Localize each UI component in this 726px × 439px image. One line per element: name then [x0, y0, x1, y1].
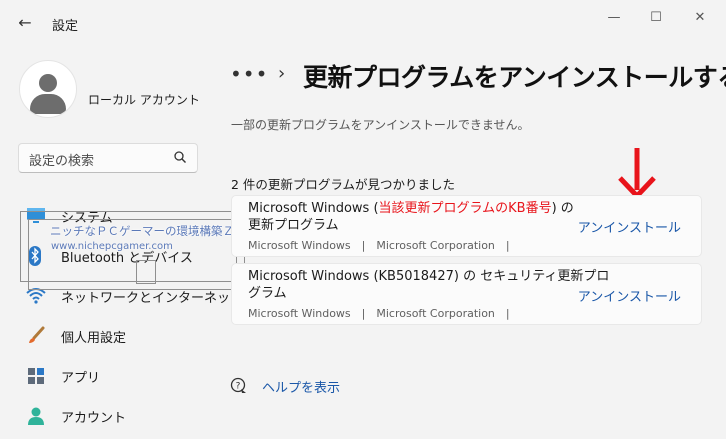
page-title: 更新プログラムをアンインストールする	[303, 63, 726, 92]
back-button[interactable]: ←	[14, 12, 36, 34]
svg-text:?: ?	[236, 382, 241, 392]
search-placeholder: 設定の検索	[29, 154, 95, 169]
search-input[interactable]: 設定の検索	[18, 143, 198, 173]
account-name: ローカル アカウント	[88, 93, 200, 107]
app-title: 設定	[52, 19, 79, 34]
update-meta: Microsoft Windows | Microsoft Corporatio…	[248, 307, 510, 320]
update-card: Microsoft Windows (KB5018427) の セキュリティ更新…	[231, 263, 702, 325]
breadcrumb-separator: ›	[278, 63, 286, 84]
sidebar-item-label: アプリ	[61, 371, 101, 386]
person-icon	[26, 406, 44, 425]
update-title: Microsoft Windows (当該更新プログラムのKB番号) の 更新プ…	[248, 200, 574, 234]
update-title-prefix: Microsoft Windows (	[248, 201, 379, 216]
update-title: Microsoft Windows (KB5018427) の セキュリティ更新…	[248, 268, 609, 302]
update-card: Microsoft Windows (当該更新プログラムのKB番号) の 更新プ…	[231, 195, 702, 257]
sidebar-item-personalization[interactable]: 個人用設定	[22, 320, 212, 350]
watermark-url: www.nichepcgamer.com	[51, 241, 173, 252]
search-icon[interactable]	[173, 150, 187, 170]
minimize-button[interactable]: —	[594, 6, 634, 30]
maximize-button[interactable]: ☐	[636, 6, 676, 30]
avatar-body	[30, 94, 66, 114]
avatar-head	[39, 74, 57, 92]
avatar[interactable]	[19, 60, 77, 118]
watermark-pc-icon	[136, 260, 156, 284]
close-button[interactable]: ✕	[680, 6, 720, 30]
sidebar-item-accounts[interactable]: アカウント	[22, 400, 212, 430]
update-title-line1: Microsoft Windows (KB5018427) の セキュリティ更新…	[248, 269, 610, 284]
sidebar-item-label: アカウント	[61, 411, 127, 426]
help-label: ヘルプを表示	[262, 381, 341, 396]
sidebar-item-label: 個人用設定	[61, 331, 127, 346]
watermark-title: ニッチなＰＣゲーマーの環境構築Ｚ	[50, 224, 234, 238]
update-title-line2: 更新プログラム	[248, 218, 339, 233]
uninstall-button[interactable]: アンインストール	[578, 286, 681, 305]
page-description: 一部の更新プログラムをアンインストールできません。	[231, 118, 530, 132]
update-title-suffix: ) の	[551, 201, 574, 216]
apps-icon	[26, 366, 44, 384]
updates-found-count: 2 件の更新プログラムが見つかりました	[231, 177, 456, 192]
annotation-arrow-icon	[618, 148, 656, 200]
update-kb-annotation: 当該更新プログラムのKB番号	[378, 201, 552, 216]
update-title-line2: グラム	[248, 286, 287, 301]
brush-icon	[26, 326, 45, 344]
uninstall-button[interactable]: アンインストール	[578, 217, 681, 236]
breadcrumb-more-button[interactable]: •••	[230, 62, 268, 86]
help-icon: ?	[230, 377, 246, 393]
sidebar-item-apps[interactable]: アプリ	[22, 360, 212, 390]
update-meta: Microsoft Windows | Microsoft Corporatio…	[248, 239, 510, 252]
